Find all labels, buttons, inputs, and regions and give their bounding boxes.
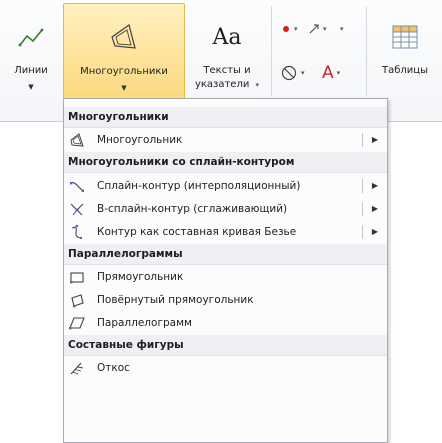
submenu-arrow-icon[interactable]: ▶ — [372, 221, 378, 243]
menu-section-header: Многоугольники со сплайн-контуром — [64, 152, 387, 173]
polygons-dropdown-menu: Многоугольники Многоугольник ▶ Многоугол… — [63, 98, 388, 443]
chevron-down-icon: ▾ — [301, 69, 305, 77]
texts-label-line2: указатели — [194, 79, 250, 90]
menu-item-label: B-сплайн-контур (сглаживающий) — [97, 203, 288, 215]
arrow-style-button[interactable]: ▾ — [308, 18, 327, 40]
submenu-divider — [362, 225, 363, 239]
menu-section-header: Многоугольники — [64, 107, 387, 128]
polyline-icon — [18, 28, 44, 47]
menu-item-polygon[interactable]: Многоугольник ▶ — [64, 129, 387, 151]
polygon-icon — [111, 24, 136, 49]
arrow-icon — [309, 24, 319, 34]
ribbon-separator — [366, 6, 367, 96]
submenu-arrow-icon[interactable]: ▶ — [372, 198, 378, 220]
slope-icon — [70, 362, 84, 375]
point-marker-icon — [283, 26, 289, 32]
menu-item-label: Прямоугольник — [97, 271, 184, 283]
menu-item-label: Откос — [97, 362, 130, 374]
tables-label: Таблицы — [382, 65, 428, 76]
submenu-divider — [362, 179, 363, 193]
chevron-down-icon: ▾ — [323, 25, 327, 33]
chevron-down-icon: ▾ — [255, 81, 260, 89]
bezier-curve-icon — [71, 224, 83, 240]
menu-item-label: Многоугольник — [97, 134, 183, 146]
menu-item-b-spline[interactable]: B-сплайн-контур (сглаживающий) ▶ — [64, 198, 387, 220]
b-spline-icon — [70, 203, 84, 216]
rotated-rectangle-icon — [71, 294, 84, 308]
menu-item-label: Сплайн-контур (интерполяционный) — [97, 180, 301, 192]
chevron-down-icon: ▼ — [121, 84, 127, 92]
measure-angle-button[interactable]: ▾ — [280, 62, 305, 84]
submenu-arrow-icon[interactable]: ▶ — [372, 175, 378, 197]
lines-label: Линии — [14, 65, 48, 76]
interpolation-spline-icon — [70, 182, 84, 192]
table-icon — [392, 25, 418, 49]
menu-item-bezier-contour[interactable]: Контур как составная кривая Безье ▶ — [64, 221, 387, 243]
letter-a-icon: A — [322, 63, 334, 83]
menu-item-parallelogram[interactable]: Параллелограмм — [64, 312, 387, 334]
menu-item-label: Контур как составная кривая Безье — [97, 226, 297, 238]
polygons-button[interactable]: Многоугольники ▼ — [63, 3, 185, 101]
menu-item-label: Параллелограмм — [97, 317, 192, 329]
submenu-divider — [362, 202, 363, 216]
chevron-down-icon: ▾ — [294, 25, 298, 33]
submenu-divider — [362, 133, 363, 147]
marker-point-button[interactable]: ▾ — [281, 18, 298, 40]
text-aa-icon: Aa — [212, 25, 242, 50]
texts-label-line1: Тексты и — [203, 65, 251, 76]
menu-item-interpolation-spline[interactable]: Сплайн-контур (интерполяционный) ▶ — [64, 175, 387, 197]
polygons-label: Многоугольники — [80, 66, 168, 77]
rectangle-icon — [70, 272, 84, 284]
chevron-down-icon: ▾ — [336, 69, 341, 77]
ribbon-separator — [271, 6, 272, 96]
parallelogram-icon — [69, 317, 85, 330]
tables-button[interactable]: Таблицы — [368, 3, 442, 99]
menu-item-rectangle[interactable]: Прямоугольник — [64, 266, 387, 288]
polygon-icon — [70, 133, 84, 147]
chevron-down-icon: ▾ — [340, 25, 344, 33]
chevron-down-icon: ▼ — [28, 83, 34, 91]
text-label-button[interactable]: A ▾ — [322, 62, 340, 84]
texts-button[interactable]: Aa Тексты и указатели ▾ — [186, 3, 268, 99]
angle-measure-icon — [281, 65, 297, 81]
line-style-button[interactable]: ▾ — [337, 18, 344, 40]
submenu-arrow-icon[interactable]: ▶ — [372, 129, 378, 151]
menu-section-header: Составные фигуры — [64, 335, 387, 356]
menu-item-slope[interactable]: Откос — [64, 357, 387, 379]
menu-item-label: Повёрнутый прямоугольник — [97, 294, 254, 306]
menu-section-header: Параллелограммы — [64, 244, 387, 265]
lines-button[interactable]: Линии ▼ — [0, 3, 62, 99]
menu-item-rotated-rectangle[interactable]: Повёрнутый прямоугольник — [64, 289, 387, 311]
